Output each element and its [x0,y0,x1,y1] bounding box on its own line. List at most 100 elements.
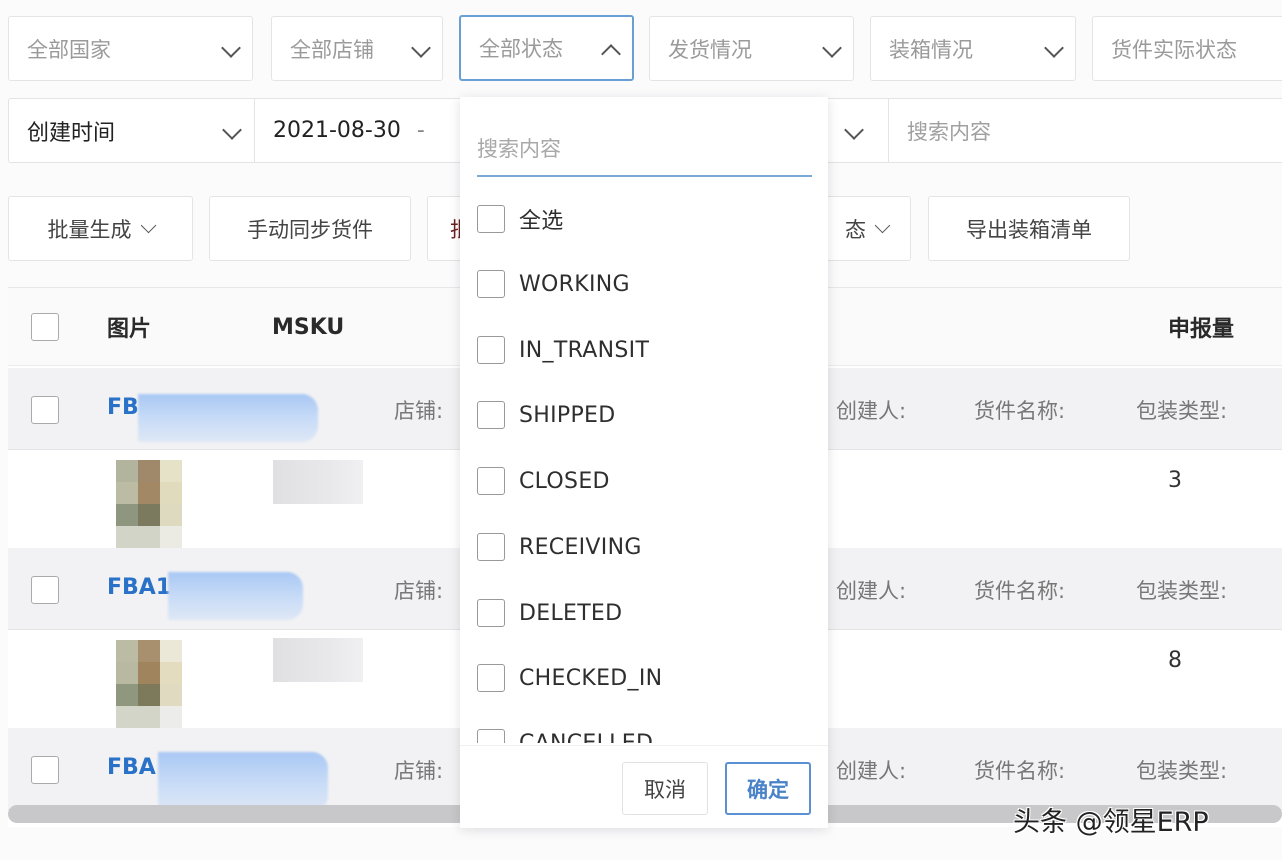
select-all-checkbox[interactable] [31,313,59,341]
package-type-label: 包装类型: [1136,579,1228,603]
option-label: WORKING [519,271,630,297]
option-label: RECEIVING [519,534,642,560]
option-checkbox[interactable] [477,664,505,692]
status-filter-select[interactable]: 全部状态 [459,15,634,81]
shipment-id-link[interactable]: FB [107,395,139,420]
country-filter-select[interactable]: 全部国家 [8,16,253,81]
option-cancelled[interactable]: CANCELLED [477,723,653,743]
store-filter-select[interactable]: 全部店铺 [271,16,443,81]
row-checkbox[interactable] [31,576,59,604]
actual-shipment-status-select[interactable]: 货件实际状态 [1092,16,1282,81]
shipping-status-label: 发货情况 [668,37,752,62]
batch-generate-label: 批量生成 [47,217,132,242]
watermark: 头条 @领星ERP [1013,807,1209,838]
option-shipped[interactable]: SHIPPED [477,395,615,435]
country-filter-label: 全部国家 [27,37,111,62]
declared-qty: 3 [1168,468,1182,493]
creator-label: 创建人: [836,579,907,603]
chevron-down-icon [222,42,236,56]
time-type-select[interactable]: 创建时间 [27,99,237,162]
shipment-name-label: 货件名称: [974,399,1066,423]
search-placeholder: 搜索内容 [907,119,991,144]
manual-sync-label: 手动同步货件 [247,217,373,242]
chevron-down-icon [142,223,154,235]
option-select-all[interactable]: 全选 [477,199,564,239]
option-in-transit[interactable]: IN_TRANSIT [477,330,649,370]
row-checkbox[interactable] [31,396,59,424]
shipment-id-link[interactable]: FBA [107,755,156,780]
date-start: 2021-08-30 [273,118,401,143]
chevron-down-icon [223,124,237,138]
creator-label: 创建人: [836,399,907,423]
package-type-label: 包装类型: [1136,399,1228,423]
manual-sync-button[interactable]: 手动同步货件 [209,196,411,261]
creator-label: 创建人: [836,759,907,783]
header-image: 图片 [107,317,152,342]
option-closed[interactable]: CLOSED [477,461,610,501]
store-filter-label: 全部店铺 [290,37,374,62]
header-declared-qty: 申报量 [1168,317,1235,342]
search-field-select[interactable] [845,99,875,162]
option-checkbox[interactable] [477,467,505,495]
redacted-shipment-id [138,394,318,442]
search-input[interactable]: 搜索内容 [907,99,991,162]
dropdown-search-input[interactable] [477,122,812,177]
header-msku: MSKU [272,314,345,340]
status-option-list[interactable]: 全选 WORKING IN_TRANSIT SHIPPED CLOSED REC… [460,193,828,743]
export-packing-list-button[interactable]: 导出装箱清单 [928,196,1130,261]
option-deleted[interactable]: DELETED [477,593,622,633]
status-dropdown-panel: 全选 WORKING IN_TRANSIT SHIPPED CLOSED REC… [460,97,828,828]
package-type-label: 包装类型: [1136,759,1228,783]
store-label: 店铺: [394,399,444,423]
export-packing-list-label: 导出装箱清单 [966,217,1092,242]
option-label: DELETED [519,600,623,626]
option-checked-in[interactable]: CHECKED_IN [477,658,662,698]
dropdown-footer: 取消 确定 [460,745,828,828]
redacted-shipment-id [168,572,303,620]
product-thumbnail [116,640,182,728]
divider [254,99,255,162]
option-checkbox[interactable] [477,729,505,743]
option-checkbox[interactable] [477,401,505,429]
chevron-down-icon [823,42,837,56]
shipment-name-label: 货件名称: [974,759,1066,783]
divider [888,99,889,162]
option-working[interactable]: WORKING [477,264,630,304]
cancel-button[interactable]: 取消 [622,762,708,815]
redacted-shipment-id [158,752,328,812]
declared-qty: 8 [1168,648,1182,673]
option-checkbox[interactable] [477,599,505,627]
packing-status-select[interactable]: 装箱情况 [870,16,1076,81]
shipment-name-label: 货件名称: [974,579,1066,603]
store-label: 店铺: [394,579,444,603]
chevron-down-icon [845,124,859,138]
product-thumbnail [116,460,182,548]
option-label: CHECKED_IN [519,665,663,691]
packing-status-label: 装箱情况 [889,37,973,62]
chevron-down-icon [412,42,426,56]
status-action-label: 态 [845,217,866,242]
redacted-msku [273,460,363,504]
status-filter-label: 全部状态 [479,37,563,61]
date-separator: - [416,118,425,143]
shipping-status-select[interactable]: 发货情况 [649,16,854,81]
option-receiving[interactable]: RECEIVING [477,527,642,567]
row-checkbox[interactable] [31,756,59,784]
option-label: 全选 [519,209,564,234]
option-checkbox[interactable] [477,336,505,364]
option-checkbox[interactable] [477,533,505,561]
store-label: 店铺: [394,759,444,783]
batch-generate-button[interactable]: 批量生成 [8,196,193,261]
option-label: SHIPPED [519,402,616,428]
date-range-picker[interactable]: 2021-08-30 - [273,99,425,162]
option-label: IN_TRANSIT [519,337,650,363]
shipment-id-link[interactable]: FBA1 [107,575,171,600]
confirm-button[interactable]: 确定 [725,762,811,815]
chevron-down-icon [876,223,888,235]
chevron-down-icon [1045,42,1059,56]
time-type-label: 创建时间 [27,120,116,146]
option-checkbox[interactable] [477,205,505,233]
option-label: CANCELLED [519,730,654,744]
redacted-msku [273,638,363,682]
option-checkbox[interactable] [477,270,505,298]
